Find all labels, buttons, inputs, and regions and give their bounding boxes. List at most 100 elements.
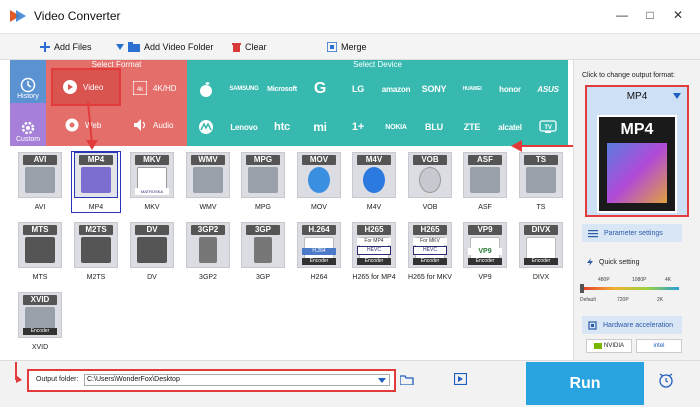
close-button[interactable]: ✕ bbox=[668, 8, 688, 22]
format-mts[interactable]: MTS MTS bbox=[18, 222, 62, 288]
custom-button[interactable]: Custom bbox=[10, 103, 46, 146]
output-folder-input[interactable]: C:\Users\WonderFox\Desktop bbox=[84, 374, 390, 386]
output-folder-dropdown-icon[interactable] bbox=[378, 378, 386, 383]
device-huawei[interactable]: HUAWEI bbox=[453, 70, 491, 108]
format-mov[interactable]: MOV MOV bbox=[297, 152, 341, 218]
maximize-button[interactable]: □ bbox=[640, 8, 660, 22]
format-h265-mkv[interactable]: H265 For MKV HEVC Encoder H265 for MKV bbox=[408, 222, 452, 288]
device-google[interactable]: G bbox=[301, 70, 339, 108]
parameter-settings-button[interactable]: Parameter settings bbox=[582, 224, 682, 242]
format-vp9[interactable]: VP9 VP9 Encoder VP9 bbox=[463, 222, 507, 288]
format-vob[interactable]: VOB VOB bbox=[408, 152, 452, 218]
format-xvid[interactable]: XVID Encoder XVID bbox=[18, 292, 62, 358]
merge-button[interactable]: Merge bbox=[327, 42, 367, 52]
format-3gp2-name: 3GP2 bbox=[199, 274, 217, 281]
format-mpg[interactable]: MPG MPG bbox=[241, 152, 285, 218]
speaker-icon bbox=[134, 119, 146, 131]
alarm-clock-icon[interactable] bbox=[658, 372, 674, 388]
tab-audio[interactable]: Audio bbox=[123, 106, 183, 144]
mkv-file-icon: MKV MATROSKA bbox=[130, 152, 174, 198]
output-preview-icon[interactable] bbox=[454, 373, 467, 385]
quick-setting-slider[interactable] bbox=[582, 287, 679, 290]
format-mpg-name: MPG bbox=[255, 204, 271, 211]
device-asus[interactable]: ASUS bbox=[529, 70, 567, 108]
device-nokia[interactable]: NOKIA bbox=[377, 108, 415, 146]
device-honor[interactable]: honor bbox=[491, 70, 529, 108]
add-folder-button[interactable]: Add Video Folder bbox=[116, 42, 213, 52]
nvidia-checkbox[interactable]: NVIDIA bbox=[586, 339, 632, 353]
format-mkv-name: MKV bbox=[144, 204, 160, 211]
device-lenovo[interactable]: Lenovo bbox=[225, 108, 263, 146]
tab-video-label: Video bbox=[83, 82, 104, 92]
device-amazon[interactable]: amazon bbox=[377, 70, 415, 108]
format-h264-name: H264 bbox=[310, 274, 328, 281]
format-asf[interactable]: ASF ASF bbox=[463, 152, 507, 218]
format-h264[interactable]: H.264 H.264 Encoder H264 bbox=[297, 222, 341, 288]
lightning-icon bbox=[587, 258, 593, 266]
quick-label-default: Default bbox=[580, 297, 596, 303]
minimize-button[interactable]: — bbox=[612, 8, 632, 22]
format-dv-name: DV bbox=[147, 274, 157, 281]
quick-setting-slider-handle[interactable] bbox=[580, 284, 584, 293]
tab-4k-hd[interactable]: 4k 4K/HD bbox=[123, 69, 183, 107]
device-apple[interactable] bbox=[187, 70, 225, 108]
format-3gp[interactable]: 3GP 3GP bbox=[241, 222, 285, 288]
add-files-button[interactable]: Add Files bbox=[40, 42, 92, 52]
wmv-file-icon: WMV bbox=[186, 152, 230, 198]
format-divx-name: DIVX bbox=[532, 274, 550, 281]
format-dv[interactable]: DV DV bbox=[130, 222, 174, 288]
format-ts[interactable]: TS TS bbox=[519, 152, 563, 218]
add-folder-label: Add Video Folder bbox=[144, 42, 214, 52]
format-h265-mkv-name: H265 for MKV bbox=[408, 274, 452, 281]
chip-icon bbox=[588, 320, 597, 330]
divx-file-icon: DIVX Encoder bbox=[519, 222, 563, 268]
device-blu[interactable]: BLU bbox=[415, 108, 453, 146]
quick-label-1080p: 1080P bbox=[632, 277, 647, 283]
dv-camcorder-icon: DV bbox=[130, 222, 174, 268]
device-microsoft[interactable]: Microsoft bbox=[263, 70, 301, 108]
add-files-label: Add Files bbox=[54, 42, 92, 52]
device-sony[interactable]: SONY bbox=[415, 70, 453, 108]
device-motorola[interactable] bbox=[187, 108, 225, 146]
custom-label: Custom bbox=[15, 136, 41, 143]
folder-plus-icon bbox=[128, 42, 140, 52]
format-3gp2[interactable]: 3GP2 3GP2 bbox=[186, 222, 230, 288]
format-m4v[interactable]: M4V M4V bbox=[352, 152, 396, 218]
quick-label-4k: 4K bbox=[665, 277, 672, 283]
format-mkv[interactable]: MKV MATROSKA MKV bbox=[130, 152, 174, 218]
format-divx[interactable]: DIVX Encoder DIVX bbox=[519, 222, 563, 288]
output-folder-label: Output folder: bbox=[36, 376, 79, 383]
history-button[interactable]: History bbox=[10, 60, 46, 103]
format-mov-name: MOV bbox=[311, 204, 327, 211]
format-wmv[interactable]: WMV WMV bbox=[186, 152, 230, 218]
format-h265-mp4-name: H265 for MP4 bbox=[352, 274, 396, 281]
merge-icon bbox=[327, 42, 337, 52]
output-format-selector[interactable]: MP4 MP4 bbox=[585, 85, 689, 217]
device-xiaomi[interactable]: mi bbox=[301, 108, 339, 146]
format-m2ts[interactable]: M2TS M2TS bbox=[74, 222, 118, 288]
device-samsung[interactable]: SAMSUNG bbox=[225, 70, 263, 108]
intel-checkbox[interactable]: intel bbox=[636, 339, 682, 353]
hardware-acceleration-button[interactable]: Hardware acceleration bbox=[582, 316, 682, 334]
quick-label-2k: 2K bbox=[657, 297, 664, 303]
format-avi[interactable]: AVI AVI bbox=[18, 152, 62, 218]
run-button[interactable]: Run bbox=[526, 362, 644, 405]
device-lg[interactable]: LG bbox=[339, 70, 377, 108]
device-oneplus[interactable]: 1+ bbox=[339, 108, 377, 146]
4k-icon: 4k bbox=[133, 81, 147, 95]
clear-button[interactable]: Clear bbox=[232, 42, 267, 52]
format-h265-mp4[interactable]: H265 For MP4 HEVC Encoder H265 for MP4 bbox=[352, 222, 396, 288]
select-device-header: Select Device bbox=[353, 60, 402, 69]
svg-text:4k: 4k bbox=[137, 87, 144, 93]
open-folder-icon[interactable] bbox=[400, 374, 414, 385]
device-htc[interactable]: htc bbox=[263, 108, 301, 146]
mpg-file-icon: MPG bbox=[241, 152, 285, 198]
device-zte[interactable]: ZTE bbox=[453, 108, 491, 146]
apple-icon bbox=[200, 82, 212, 97]
app-logo-icon bbox=[10, 10, 26, 22]
tv-icon: TV bbox=[539, 120, 557, 133]
history-clock-icon bbox=[20, 77, 36, 93]
quick-label-720p: 720P bbox=[617, 297, 629, 303]
trash-icon bbox=[232, 43, 241, 52]
m2ts-camcorder-icon: M2TS bbox=[74, 222, 118, 268]
